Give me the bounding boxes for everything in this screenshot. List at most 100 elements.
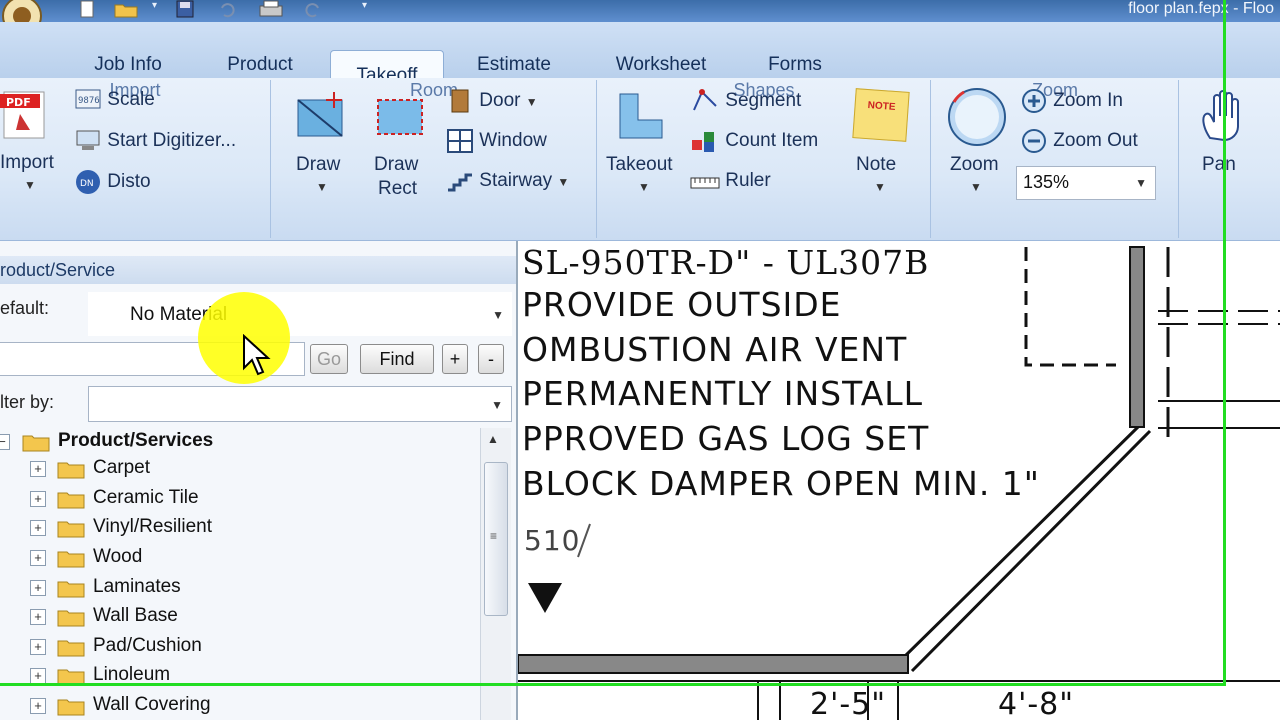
door-button[interactable]: Door ▼ (446, 88, 538, 114)
expand-icon[interactable]: + (30, 668, 46, 684)
tree-item-label: Ceramic Tile (93, 487, 199, 508)
customize-toolbar-icon[interactable]: ▾ (362, 0, 367, 11)
tab-forms[interactable]: Forms (750, 52, 840, 78)
tree-item-wall-base[interactable]: + Wall Base (0, 603, 478, 633)
expand-icon[interactable]: + (30, 491, 46, 507)
undo-icon[interactable] (218, 0, 238, 18)
tree-item-vinyl-resilient[interactable]: + Vinyl/Resilient (0, 514, 478, 544)
tree-item-wall-covering[interactable]: + Wall Covering (0, 692, 478, 722)
door-icon (451, 89, 469, 113)
window-button[interactable]: Window (446, 128, 547, 154)
stairway-icon (448, 173, 472, 192)
draw-button[interactable]: Draw ▼ (292, 92, 352, 202)
tree-item-ceramic-tile[interactable]: + Ceramic Tile (0, 485, 478, 515)
disto-label: Disto (107, 171, 151, 193)
scale-label: Scale (107, 89, 155, 111)
tree-item-wood[interactable]: + Wood (0, 544, 478, 574)
default-label: efault: (0, 298, 50, 318)
print-icon[interactable] (258, 0, 283, 18)
draw-room-icon (297, 92, 343, 137)
tab-job-info[interactable]: Job Info (78, 52, 178, 78)
zoom-level-select[interactable]: 135% ▼ (1016, 166, 1156, 200)
expand-icon[interactable]: + (30, 520, 46, 536)
tree-item-laminates[interactable]: + Laminates (0, 574, 478, 604)
filter-select[interactable]: ▼ (88, 386, 512, 422)
scale-icon: 9876 (75, 89, 101, 109)
remove-button[interactable]: - (478, 344, 504, 374)
app-logo[interactable] (0, 0, 50, 36)
tab-estimate[interactable]: Estimate (464, 52, 564, 78)
note-button[interactable]: NOTE Note ▼ (848, 88, 912, 200)
zoom-in-button[interactable]: Zoom In (1020, 88, 1123, 114)
tree-item-linoleum[interactable]: + Linoleum (0, 662, 478, 692)
scroll-up-icon[interactable]: ▲ (487, 432, 499, 446)
expand-icon[interactable]: + (30, 698, 46, 714)
expand-icon[interactable]: + (30, 550, 46, 566)
note-label: Note (856, 154, 897, 175)
tree-root[interactable]: − Product/Services (0, 428, 478, 458)
stairway-button[interactable]: Stairway ▼ (446, 168, 569, 194)
zoom-out-button[interactable]: Zoom Out (1020, 128, 1138, 154)
tree-item-carpet[interactable]: + Carpet (0, 455, 478, 485)
scale-button[interactable]: 9876 Scale (74, 88, 155, 112)
ruler-button[interactable]: Ruler (690, 168, 771, 194)
svg-text:PDF: PDF (6, 96, 31, 109)
import-button[interactable]: PDF Import ▼ (0, 88, 64, 198)
find-button[interactable]: Find (360, 344, 434, 374)
floor-plan-canvas[interactable]: SL-950TR-D" - UL307B PROVIDE OUTSIDE OMB… (518, 241, 1280, 720)
tree-item-label: Wall Covering (93, 694, 211, 715)
expand-icon[interactable]: + (30, 461, 46, 477)
folder-icon (57, 551, 85, 568)
filter-label: lter by: (0, 392, 55, 412)
window-label: Window (479, 130, 547, 152)
tree-item-pad-cushion[interactable]: + Pad/Cushion (0, 633, 478, 663)
folder-icon (57, 462, 85, 479)
pan-button[interactable]: Pan (1192, 86, 1262, 186)
start-digitizer-button[interactable]: Start Digitizer... (74, 128, 236, 154)
open-folder-icon[interactable] (114, 0, 138, 18)
zoom-level-value: 135% (1023, 172, 1070, 192)
start-digitizer-label: Start Digitizer... (107, 130, 237, 152)
new-file-icon[interactable] (78, 0, 98, 18)
takeout-icon (619, 93, 663, 139)
zoom-button[interactable]: Zoom ▼ (944, 86, 1010, 200)
stairway-label: Stairway (479, 170, 553, 192)
count-item-label: Count Item (725, 130, 819, 152)
import-dropdown-icon: ▼ (24, 178, 36, 192)
ribbon-tab-bar: Job Info Product Takeoff Estimate Worksh… (0, 22, 1280, 99)
collapse-icon[interactable]: − (0, 434, 10, 450)
tab-worksheet[interactable]: Worksheet (598, 52, 724, 78)
zoom-level-dropdown-icon: ▼ (1135, 176, 1147, 190)
segment-button[interactable]: Segment (690, 88, 801, 114)
window-icon (447, 129, 473, 153)
segment-icon (693, 89, 717, 111)
zoom-label: Zoom (950, 154, 999, 175)
expand-icon[interactable]: + (30, 580, 46, 596)
filter-dropdown-icon: ▼ (491, 398, 503, 412)
zoom-in-icon (1022, 89, 1046, 113)
scroll-thumb[interactable]: ≡ (484, 462, 508, 616)
redo-icon[interactable] (302, 0, 322, 18)
tree-item-label: Vinyl/Resilient (93, 516, 212, 537)
add-button[interactable]: + (442, 344, 468, 374)
expand-icon[interactable]: + (30, 609, 46, 625)
count-item-button[interactable]: Count Item (690, 128, 818, 154)
draw-rect-button[interactable]: Draw Rect (370, 92, 430, 202)
default-material-select[interactable]: No Material ▼ (88, 292, 512, 336)
tree-item-label: Laminates (93, 576, 181, 597)
disto-icon: DN (76, 170, 100, 194)
folder-icon (22, 435, 50, 452)
takeout-button[interactable]: Takeout ▼ (604, 92, 686, 202)
title-bar: ▾ ▾ floor plan.fepx - Floo (0, 0, 1280, 36)
go-button[interactable]: Go (310, 344, 348, 374)
takeout-dropdown-icon: ▼ (638, 180, 650, 194)
save-icon[interactable] (176, 0, 196, 18)
open-dropdown-icon[interactable]: ▾ (152, 0, 157, 11)
tree-scrollbar[interactable]: ▲ ≡ (480, 428, 511, 720)
scroll-grip-icon: ≡ (490, 529, 498, 543)
disto-button[interactable]: DN Disto (74, 168, 151, 196)
expand-icon[interactable]: + (30, 639, 46, 655)
draw-rect-label-line2: Rect (378, 178, 418, 199)
zoom-icon (948, 88, 1006, 146)
tab-product[interactable]: Product (210, 52, 310, 78)
